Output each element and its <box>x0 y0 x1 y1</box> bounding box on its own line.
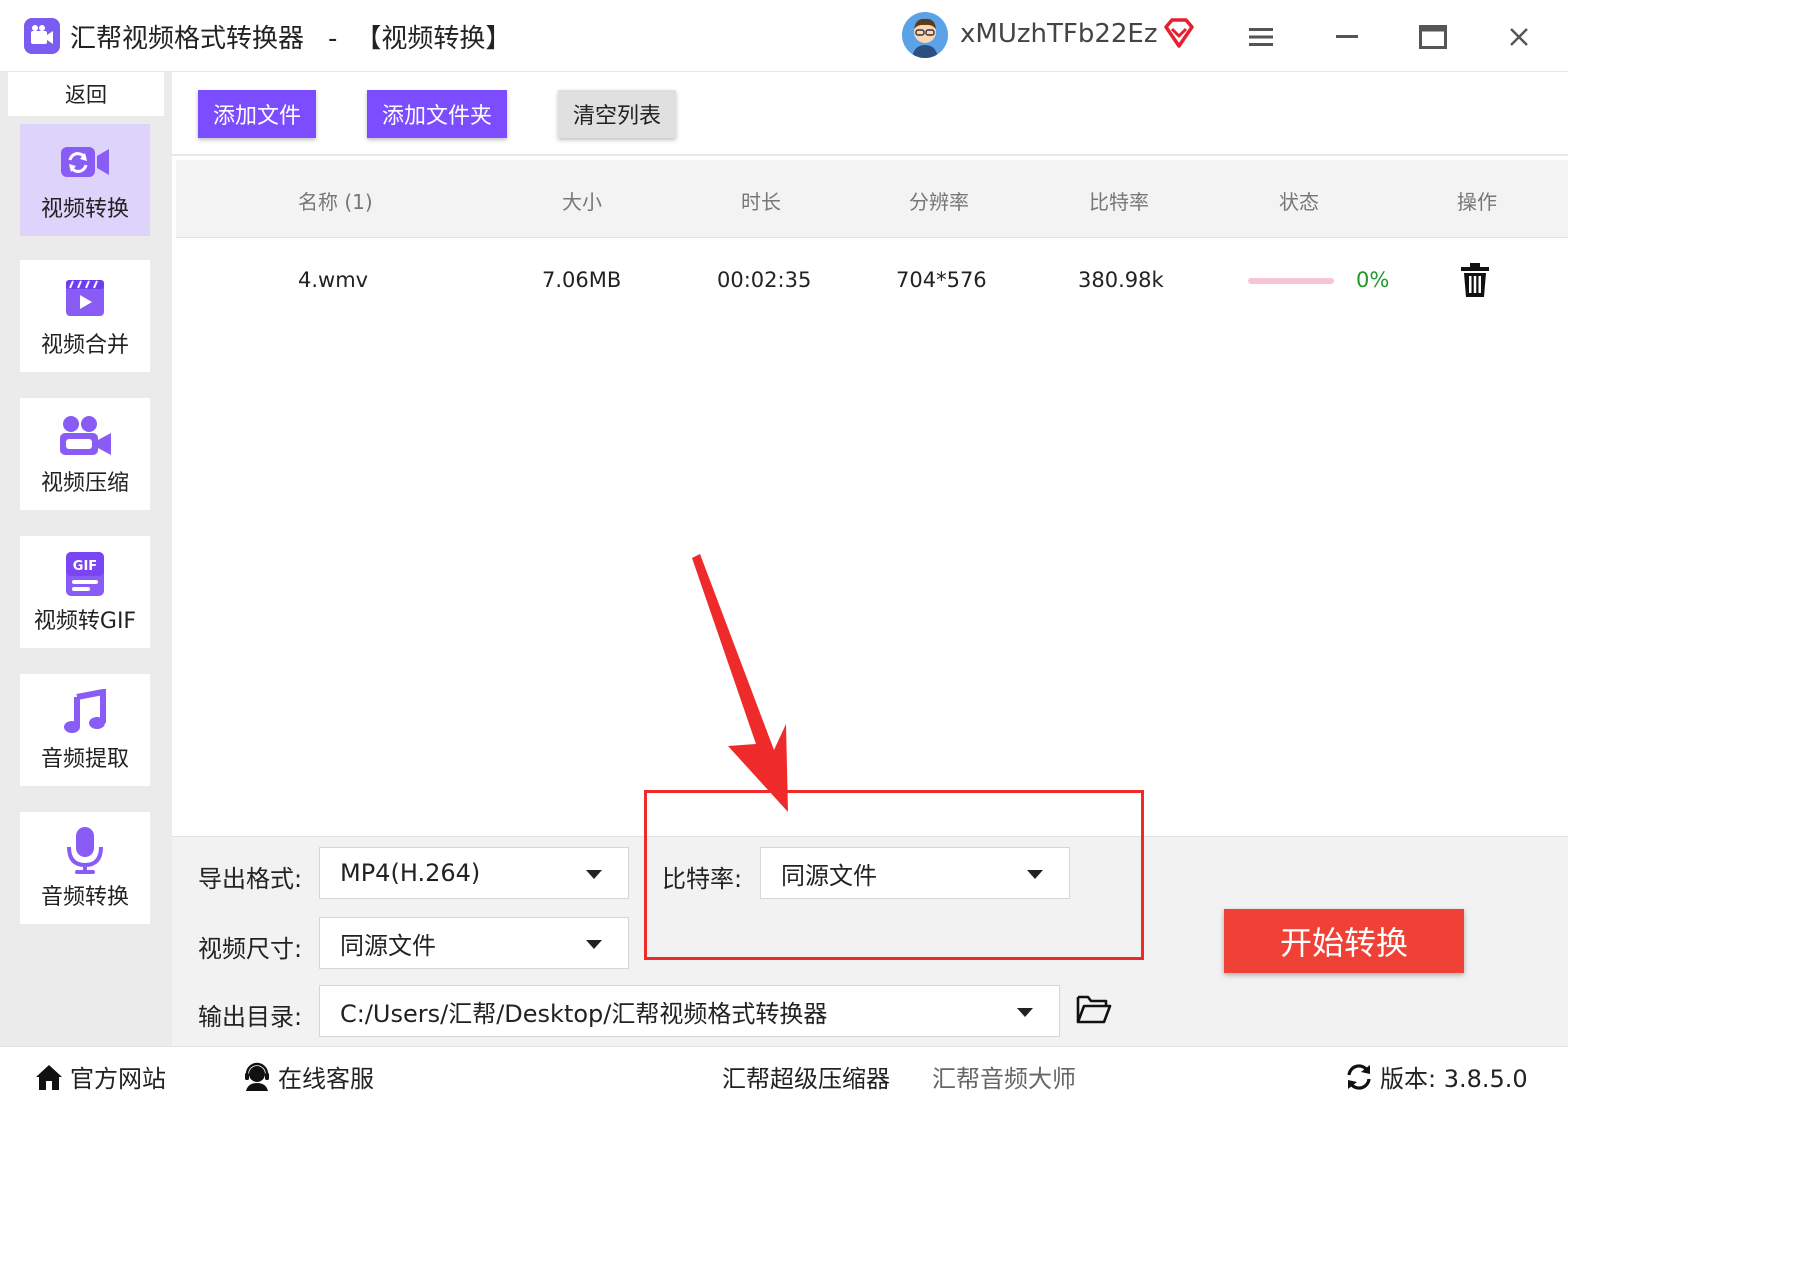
video-compress-icon <box>57 411 113 461</box>
svg-text:GIF: GIF <box>73 559 97 574</box>
output-dir-value: C:/Users/汇帮/Desktop/汇帮视频格式转换器 <box>340 999 828 1028</box>
sidebar-item-video-merge[interactable]: 视频合并 <box>20 260 150 372</box>
column-header-resolution[interactable]: 分辨率 <box>909 186 969 215</box>
username: xMUzhTFb22Ez <box>960 19 1158 49</box>
folder-open-icon[interactable] <box>1076 993 1112 1027</box>
music-note-icon <box>57 687 113 737</box>
support-headset-icon <box>242 1062 272 1092</box>
vip-diamond-icon[interactable] <box>1162 16 1196 50</box>
add-folder-button[interactable]: 添加文件夹 <box>367 90 507 138</box>
column-header-name[interactable]: 名称 (1) <box>298 186 373 215</box>
sidebar-item-video-convert[interactable]: 视频转换 <box>20 124 150 236</box>
toolbar: 添加文件 添加文件夹 清空列表 <box>172 72 1568 156</box>
video-convert-icon <box>57 137 113 187</box>
output-dir-select[interactable]: C:/Users/汇帮/Desktop/汇帮视频格式转换器 <box>319 985 1060 1037</box>
table-row[interactable]: 4.wmv 7.06MB 00:02:35 704*576 380.98k 0% <box>176 240 1568 324</box>
video-merge-icon <box>57 273 113 323</box>
home-icon <box>34 1062 64 1092</box>
column-header-size[interactable]: 大小 <box>562 186 602 215</box>
version-info[interactable]: 版本: 3.8.5.0 <box>1344 1059 1528 1094</box>
online-support-label: 在线客服 <box>278 1065 374 1093</box>
file-size: 7.06MB <box>542 268 622 292</box>
refresh-icon <box>1344 1062 1374 1092</box>
delete-icon[interactable] <box>1460 262 1490 298</box>
sidebar-item-audio-extract[interactable]: 音频提取 <box>20 674 150 786</box>
video-size-label: 视频尺寸: <box>198 935 303 963</box>
output-dir-label: 输出目录: <box>198 1003 303 1031</box>
online-support-link[interactable]: 在线客服 <box>242 1059 374 1094</box>
sidebar-item-label: 视频转GIF <box>33 609 137 634</box>
sidebar-item-label: 视频压缩 <box>40 471 129 496</box>
title-bar: 汇帮视频格式转换器 - 【视频转换】 xMUzhTFb22Ez <box>0 0 1568 72</box>
sidebar-item-audio-convert[interactable]: 音频转换 <box>20 812 150 924</box>
app-name: 汇帮视频格式转换器 <box>70 24 305 54</box>
conversion-progress-bar <box>1248 278 1334 284</box>
column-header-status[interactable]: 状态 <box>1279 186 1319 215</box>
chevron-down-icon <box>1017 1008 1033 1017</box>
app-window: 汇帮视频格式转换器-【视频转换】 xMUzhTFb22Ez 返回 视频转换 <box>0 0 1568 1104</box>
column-header-action: 操作 <box>1457 190 1497 214</box>
audio-master-link[interactable]: 汇帮音频大师 <box>932 1059 1076 1094</box>
video-size-value: 同源文件 <box>340 931 436 960</box>
minimize-icon[interactable] <box>1324 14 1370 60</box>
format-value: MP4(H.264) <box>340 859 481 887</box>
column-header-duration[interactable]: 时长 <box>741 186 781 215</box>
sidebar-item-video-gif[interactable]: GIF 视频转GIF <box>20 536 150 648</box>
compressor-link[interactable]: 汇帮超级压缩器 <box>722 1059 890 1094</box>
sidebar: 返回 视频转换 视频合并 视频压缩 GIF 视频转GIF 音频提取 音频转换 <box>0 72 172 1046</box>
back-button[interactable]: 返回 <box>8 72 164 116</box>
sidebar-item-label: 视频转换 <box>40 197 129 222</box>
annotation-arrow-icon <box>692 554 788 812</box>
title-separator: - <box>328 24 338 54</box>
progress-percent: 0% <box>1356 268 1390 292</box>
file-duration: 00:02:35 <box>717 268 812 292</box>
format-select[interactable]: MP4(H.264) <box>319 847 629 899</box>
avatar[interactable] <box>902 12 948 58</box>
official-website-link[interactable]: 官方网站 <box>34 1059 166 1094</box>
file-bitrate: 380.98k <box>1078 268 1164 292</box>
sidebar-item-label: 音频转换 <box>40 885 129 910</box>
video-size-select[interactable]: 同源文件 <box>319 917 629 969</box>
chevron-down-icon <box>586 940 602 949</box>
official-website-label: 官方网站 <box>70 1065 166 1093</box>
file-table-header: 名称 (1) 大小 时长 分辨率 比特率 状态 操作 <box>176 160 1568 238</box>
chevron-down-icon <box>586 870 602 879</box>
app-logo-icon <box>24 18 60 54</box>
column-header-bitrate[interactable]: 比特率 <box>1089 186 1149 215</box>
section-name: 【视频转换】 <box>355 24 512 54</box>
format-label: 导出格式: <box>198 865 303 893</box>
maximize-icon[interactable] <box>1410 14 1456 60</box>
footer-bar: 官方网站 在线客服 汇帮超级压缩器 汇帮音频大师 版本: 3.8.5.0 <box>0 1046 1568 1104</box>
file-name: 4.wmv <box>298 268 369 292</box>
clear-list-button[interactable]: 清空列表 <box>558 90 676 138</box>
sidebar-item-video-compress[interactable]: 视频压缩 <box>20 398 150 510</box>
menu-icon[interactable] <box>1238 14 1284 60</box>
sidebar-item-label: 音频提取 <box>40 747 129 772</box>
file-resolution: 704*576 <box>896 268 987 292</box>
window-title: 汇帮视频格式转换器 - 【视频转换】 <box>70 18 511 55</box>
sidebar-item-label: 视频合并 <box>40 333 129 358</box>
gif-icon: GIF <box>57 549 113 599</box>
add-file-button[interactable]: 添加文件 <box>198 90 316 138</box>
close-icon[interactable] <box>1496 14 1542 60</box>
start-convert-button[interactable]: 开始转换 <box>1224 909 1464 973</box>
version-label: 版本: 3.8.5.0 <box>1380 1065 1528 1093</box>
microphone-icon <box>57 825 113 875</box>
